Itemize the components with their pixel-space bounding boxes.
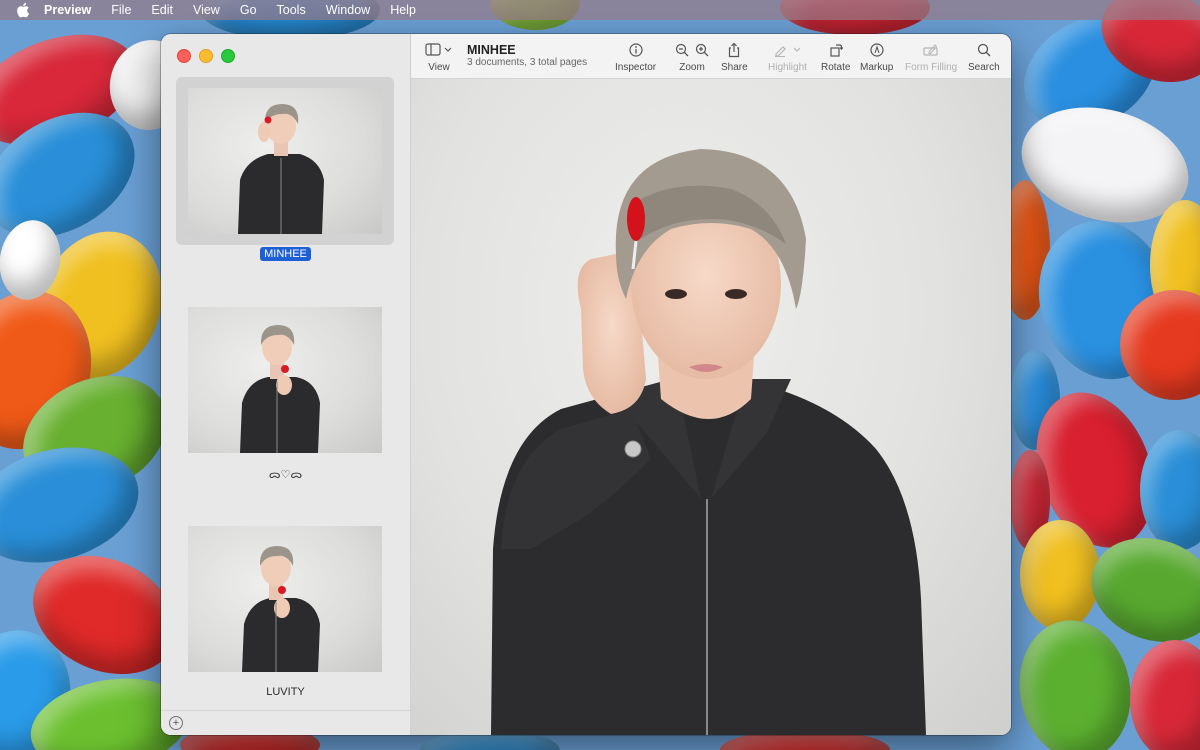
search-label: Search xyxy=(968,62,1000,73)
menu-app-name[interactable]: Preview xyxy=(44,3,91,17)
menu-help[interactable]: Help xyxy=(390,3,416,17)
thumbnail-image xyxy=(188,88,382,234)
thumbnail-item-2[interactable]: ᯅ♡ᯅ xyxy=(161,296,410,486)
rotate-label: Rotate xyxy=(821,62,851,73)
thumbnail-label: MINHEE xyxy=(161,247,410,261)
menu-tools[interactable]: Tools xyxy=(277,3,306,17)
document-title: MINHEE xyxy=(467,43,516,57)
search-icon xyxy=(977,43,991,57)
menu-file[interactable]: File xyxy=(111,3,131,17)
rotate-button[interactable]: Rotate xyxy=(821,41,850,73)
chevron-down-icon[interactable] xyxy=(793,47,801,53)
window-controls xyxy=(177,49,235,63)
plus-circle-icon[interactable]: + xyxy=(169,716,183,730)
form-filling-icon xyxy=(923,44,938,56)
inspector-button[interactable]: Inspector xyxy=(615,41,656,73)
highlight-button[interactable]: Highlight xyxy=(768,41,807,73)
minimize-button[interactable] xyxy=(199,49,213,63)
thumbnail-label: LUVITY xyxy=(266,686,305,698)
form-filling-button[interactable]: Form Filling xyxy=(905,41,957,73)
highlighter-icon xyxy=(775,46,787,57)
thumbnail-image xyxy=(188,526,382,672)
zoom-in-icon[interactable] xyxy=(695,43,709,57)
info-icon xyxy=(628,43,643,57)
document-subtitle: 3 documents, 3 total pages xyxy=(467,57,588,68)
close-button[interactable] xyxy=(177,49,191,63)
view-label: View xyxy=(428,62,450,73)
share-icon xyxy=(729,42,740,58)
zoom-button[interactable]: Zoom xyxy=(675,41,709,73)
menu-bar: Preview File Edit View Go Tools Window H… xyxy=(0,0,1200,20)
form-filling-label: Form Filling xyxy=(905,62,958,73)
menu-window[interactable]: Window xyxy=(326,3,370,17)
view-button[interactable]: View xyxy=(425,41,453,73)
rotate-icon xyxy=(830,44,843,57)
document-photo xyxy=(411,79,1011,735)
zoom-label: Zoom xyxy=(679,62,705,73)
highlight-label: Highlight xyxy=(768,62,807,73)
zoom-out-icon[interactable] xyxy=(675,43,689,57)
menu-go[interactable]: Go xyxy=(240,3,257,17)
menu-view[interactable]: View xyxy=(193,3,220,17)
sidebar-divider xyxy=(161,710,410,711)
thumbnail-item-3[interactable]: LUVITY xyxy=(161,515,410,705)
menu-edit[interactable]: Edit xyxy=(151,3,173,17)
fullscreen-button[interactable] xyxy=(221,49,235,63)
thumbnail-item-1[interactable]: MINHEE xyxy=(161,77,410,267)
markup-button[interactable]: Markup xyxy=(860,41,893,73)
thumbnail-sidebar: MINHEE ᯅ♡ᯅ LUVITY + xyxy=(161,34,411,735)
markup-label: Markup xyxy=(860,62,894,73)
inspector-label: Inspector xyxy=(615,62,657,73)
apple-logo-icon[interactable] xyxy=(16,2,30,18)
sidebar-toggle-icon xyxy=(425,43,452,56)
share-label: Share xyxy=(721,62,748,73)
share-button[interactable]: Share xyxy=(721,41,748,73)
toolbar: View MINHEE 3 documents, 3 total pages I… xyxy=(411,34,1011,79)
search-button[interactable]: Search xyxy=(968,41,1000,73)
preview-window: MINHEE ᯅ♡ᯅ LUVITY + View MINHEE 3 docume… xyxy=(161,34,1011,735)
thumbnail-image xyxy=(188,307,382,453)
markup-pen-icon xyxy=(870,43,884,57)
thumbnail-label: ᯅ♡ᯅ xyxy=(268,469,303,481)
